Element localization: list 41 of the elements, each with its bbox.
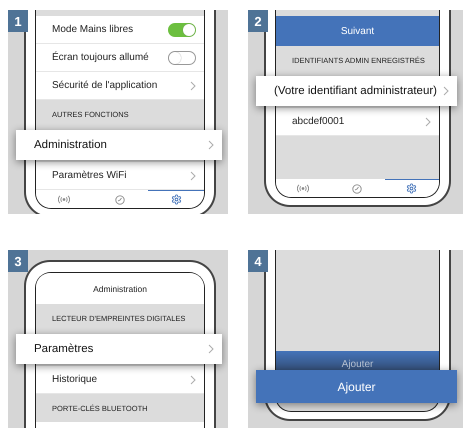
settings-row[interactable]: Mode Mains libres	[36, 16, 204, 44]
screen-title: Administration	[36, 273, 204, 304]
menu-row[interactable]: Historique	[36, 366, 204, 394]
chevron-icon	[425, 116, 431, 126]
highlighted-menu-row[interactable]: (Votre identifiant administrateur)	[256, 76, 457, 106]
step-number: 1	[8, 10, 28, 32]
row-label: Administration	[34, 139, 107, 151]
chevron-icon	[190, 80, 196, 90]
next-button[interactable]: Suivant	[276, 16, 439, 46]
row-label: Mode Mains libres	[52, 24, 134, 35]
settings-row[interactable]: Écran toujours allumé	[36, 44, 204, 72]
settings-icon[interactable]	[406, 183, 418, 194]
step-number: 4	[248, 250, 268, 272]
row-label: Écran toujours allumé	[52, 52, 149, 63]
row-label: Sécurité de l'application	[52, 80, 158, 91]
chevron-icon	[208, 344, 214, 354]
signal-icon[interactable]	[58, 195, 70, 204]
row-label: abcdef0001	[292, 116, 344, 127]
row-label: (Votre identifiant administrateur)	[274, 85, 437, 97]
row-label: Paramètres WiFi	[52, 170, 126, 181]
step-number: 3	[8, 250, 28, 272]
menu-row[interactable]: abcdef0001	[276, 108, 439, 136]
gauge-icon[interactable]	[352, 184, 362, 194]
menu-row[interactable]: Paramètres WiFi	[36, 162, 204, 190]
highlighted-menu-row[interactable]: Administration	[16, 130, 222, 160]
add-button-callout[interactable]: Ajouter	[256, 370, 457, 403]
chevron-icon	[443, 86, 449, 96]
gauge-icon[interactable]	[115, 194, 125, 204]
signal-icon[interactable]	[297, 184, 310, 193]
toggle-switch[interactable]	[168, 50, 196, 64]
add-button[interactable]: Ajouter	[276, 351, 439, 370]
chevron-icon	[190, 170, 196, 180]
chevron-icon	[208, 140, 214, 150]
step-number: 2	[248, 10, 268, 32]
toggle-switch[interactable]	[168, 22, 196, 36]
row-label: Paramètres	[34, 343, 94, 355]
menu-row[interactable]: Sécurité de l'application	[36, 72, 204, 100]
chevron-icon	[190, 374, 196, 384]
settings-icon[interactable]	[170, 194, 182, 205]
highlighted-menu-row[interactable]: Paramètres	[16, 334, 222, 364]
row-label: Historique	[52, 374, 98, 385]
